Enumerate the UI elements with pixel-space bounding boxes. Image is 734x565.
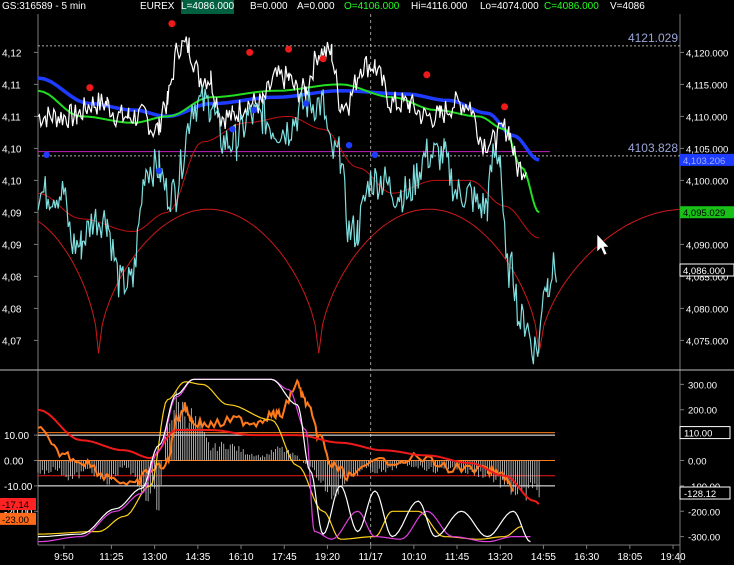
time-axis-label: 16:10 (229, 552, 254, 563)
level-label: 4103.828 (628, 141, 678, 155)
level-label: 4121.029 (628, 31, 678, 45)
time-axis-label: 11:45 (445, 552, 470, 563)
osc-ytick-label-right: 0.00 (688, 457, 707, 468)
price-ytick-label-right: 4,080.000 (686, 304, 728, 315)
price-axis-badge-text: 4,086.000 (683, 266, 725, 277)
osc-ytick-label-right: -300.00 (688, 533, 720, 544)
price-ytick-label-right: 4,115.000 (686, 80, 728, 91)
price-ytick-label-left: 4,12 (2, 48, 22, 59)
time-axis-label: 10:10 (401, 552, 426, 563)
osc-ytick-label-left: -10.00 (4, 482, 33, 493)
price-ytick-label-left: 4,11 (2, 80, 21, 91)
price-ytick-label-left: 4,09 (2, 240, 22, 251)
time-axis-label: 19:20 (315, 552, 340, 563)
mouse-pointer-icon (596, 233, 610, 256)
swing-low-dot (229, 126, 236, 133)
swing-high-dot (86, 84, 94, 92)
time-axis-label: 18:05 (617, 552, 642, 563)
price-ytick-label-right: 4,105.000 (686, 144, 728, 155)
price-ytick-label-left: 4,10 (2, 144, 22, 155)
price-ytick-label-right: 4,090.000 (686, 240, 728, 251)
cycle-arc (538, 208, 687, 354)
price-ytick-label-right: 4,075.000 (686, 336, 728, 347)
swing-low-dot (345, 142, 353, 149)
price-ytick-label-right: 4,120.000 (686, 48, 728, 59)
time-axis-label: 13:00 (142, 552, 167, 563)
price-axis-badge-text: 4,103.206 (683, 156, 725, 167)
time-axis-label: 11:25 (99, 552, 124, 563)
swing-low-dot (155, 167, 163, 174)
price-ytick-label-left: 4,08 (2, 304, 22, 315)
time-axis-label: 14:55 (531, 552, 556, 563)
chart-canvas[interactable]: 4,120.000 4,12 4,115.000 4,11 4,110.000 4,11 4… (0, 0, 734, 565)
swing-high-dot (168, 20, 176, 28)
swing-low-dot (43, 151, 50, 158)
swing-low-dot (302, 100, 310, 107)
time-axis-label: 17:45 (272, 552, 297, 563)
swing-high-dot (423, 71, 431, 79)
price-ytick-label-left: 4,11 (2, 112, 21, 123)
price-axis-badge-text: 4,095.029 (683, 208, 725, 219)
swing-high-dot (246, 48, 254, 56)
price-ytick-label-left: 4,09 (2, 208, 22, 219)
osc-ytick-label-right: 300.00 (688, 380, 717, 391)
osc-ytick-label-left: 0.00 (4, 457, 24, 468)
price-ytick-label-left: 4,08 (2, 272, 22, 283)
osc-axis-badge-left-text: -23.00 (2, 515, 29, 526)
swing-high-dot (501, 103, 509, 111)
time-axis-label: 16:30 (574, 552, 599, 563)
price-ytick-label-right: 4,110.000 (686, 112, 728, 123)
time-axis-label: 19:40 (661, 552, 686, 563)
price-ytick-label-left: 4,07 (2, 336, 22, 347)
swing-low-dot (371, 151, 379, 158)
time-axis-label: 13:20 (488, 552, 513, 563)
cycle-arc (37, 220, 99, 354)
swing-high-dot (285, 45, 293, 53)
time-axis-label: 14:35 (185, 552, 210, 563)
swing-low-dot (250, 106, 258, 114)
chart-window: GS:316589 - 5 min EUREX L=4086.000 B=0.0… (0, 0, 734, 565)
osc-axis-badge-left-text: -17.14 (2, 500, 29, 511)
osc-ytick-label-right: -200.00 (688, 507, 720, 518)
swing-high-dot (319, 55, 327, 63)
osc-axis-badge-text: 110.00 (684, 429, 712, 440)
time-axis-label: 11/17 (358, 552, 383, 563)
osc-ytick-label-right: 200.00 (688, 406, 717, 417)
time-axis-label: 9:50 (54, 552, 74, 563)
osc-axis-badge-text: -128.12 (684, 489, 716, 500)
cycle-arc (98, 208, 320, 354)
price-ytick-label-left: 4,10 (2, 176, 22, 187)
price-line (37, 86, 557, 365)
price-ytick-label-right: 4,100.000 (686, 176, 728, 187)
osc-ytick-label-left: 10.00 (4, 431, 29, 442)
